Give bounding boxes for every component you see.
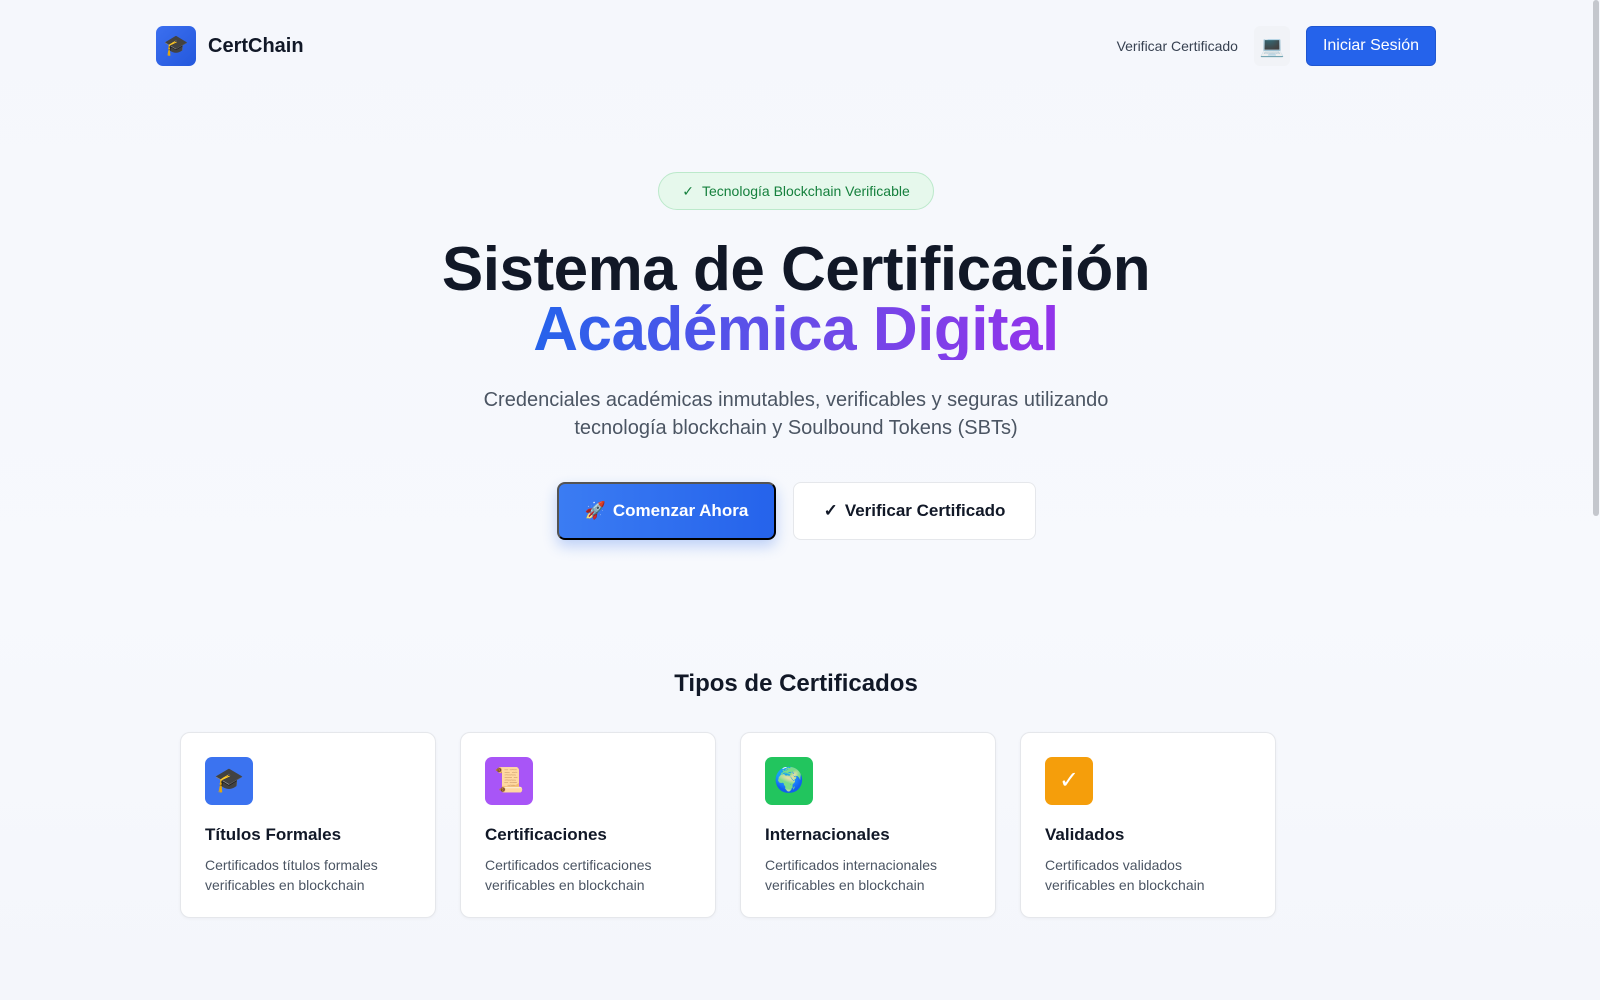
page: 🎓 CertChain Verificar Certificado 💻 Inic… (0, 0, 1600, 1000)
hero-title: Sistema de Certificación Académica Digit… (0, 239, 1592, 364)
certificate-type-cards: 🎓 Títulos Formales Certificados títulos … (180, 732, 1300, 918)
page-scrollbar[interactable] (1592, 0, 1600, 1000)
card-certifications[interactable]: 📜 Certificaciones Certificados certifica… (460, 732, 716, 918)
top-navbar: 🎓 CertChain Verificar Certificado 💻 Inic… (156, 26, 1436, 66)
card-title: Títulos Formales (205, 825, 342, 844)
start-now-button[interactable]: 🚀 Comenzar Ahora (557, 482, 776, 540)
hero-cta-row: 🚀 Comenzar Ahora ✓ Verificar Certificado (557, 482, 1036, 540)
nav-actions: Verificar Certificado 💻 Iniciar Sesión (1117, 26, 1436, 66)
card-title: Validados (1045, 825, 1125, 844)
card-title: Certificaciones (485, 825, 607, 844)
start-now-label: Comenzar Ahora (612, 501, 749, 520)
laptop-icon[interactable]: 💻 (1253, 26, 1290, 66)
graduation-cap-icon: 🎓 (205, 757, 253, 805)
brand-name: CertChain (208, 34, 304, 57)
blockchain-badge: ✓ Tecnología Blockchain Verificable (658, 172, 934, 210)
badge-text: Tecnología Blockchain Verificable (701, 183, 910, 199)
card-description: Certificados validados verificables en b… (1045, 857, 1205, 893)
login-button[interactable]: Iniciar Sesión (1305, 26, 1436, 66)
verify-certificate-button[interactable]: ✓ Verificar Certificado (793, 482, 1036, 540)
card-validated[interactable]: ✓ Validados Certificados validados verif… (1020, 732, 1276, 918)
brand-link[interactable]: 🎓 CertChain (156, 26, 304, 66)
check-icon: ✓ (682, 182, 694, 199)
scroll-icon: 📜 (485, 757, 533, 805)
globe-icon: 🌍 (765, 757, 813, 805)
hero-title-line2: Académica Digital (533, 295, 1059, 364)
card-description: Certificados certificaciones verificable… (485, 857, 652, 893)
hero-title-line1: Sistema de Certificación (441, 235, 1151, 304)
nav-verify-certificate-link[interactable]: Verificar Certificado (1117, 38, 1238, 54)
rocket-icon: 🚀 (584, 501, 606, 520)
certificate-types-title: Tipos de Certificados (674, 670, 918, 697)
card-description: Certificados títulos formales verificabl… (205, 857, 378, 893)
card-international[interactable]: 🌍 Internacionales Certificados internaci… (740, 732, 996, 918)
check-icon: ✓ (823, 501, 838, 520)
card-title: Internacionales (765, 825, 890, 844)
scrollbar-thumb[interactable] (1593, 0, 1599, 516)
verify-certificate-label: Verificar Certificado (844, 501, 1006, 520)
card-description: Certificados internacionales verificable… (765, 857, 937, 893)
card-formal-degrees[interactable]: 🎓 Títulos Formales Certificados títulos … (180, 732, 436, 918)
check-icon: ✓ (1045, 757, 1093, 805)
graduation-cap-icon: 🎓 (156, 26, 196, 66)
hero-subtitle: Credenciales académicas inmutables, veri… (483, 389, 1109, 439)
